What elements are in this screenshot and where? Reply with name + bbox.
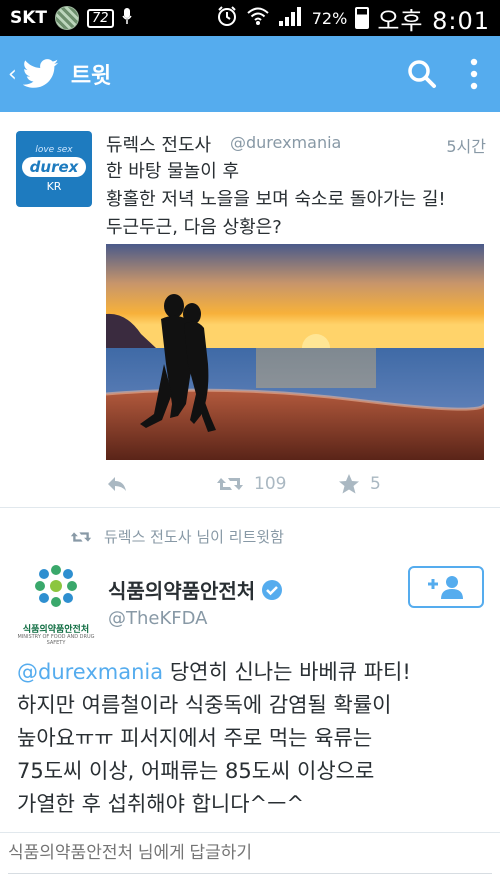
search-button[interactable]	[396, 48, 448, 100]
mention-link[interactable]: @durexmania	[17, 660, 163, 684]
tweet-timestamp: 5시간	[446, 137, 486, 156]
avatar[interactable]: 식품의약품안전처 MINISTRY OF FOOD AND DRUG SAFET…	[14, 560, 98, 646]
avatar[interactable]: love sex durex KR	[16, 131, 92, 207]
tweet-text: 한 바탕 물놀이 후 황홀한 저녁 노을을 보며 숙소로 돌아가는 길! 두근두…	[106, 158, 496, 242]
retweet-icon	[70, 531, 92, 542]
notification-count-icon: 72	[87, 8, 114, 28]
author-name[interactable]: 식품의약품안전처	[108, 575, 255, 604]
avatar-logo: durex	[21, 157, 87, 177]
reply-input-underline	[8, 873, 492, 874]
tweet-text-line: 75도씨 이상, 어패류는 85도씨 이상으로	[17, 759, 375, 783]
tweet-text-line: 가열한 후 섭취해야 합니다^ㅡ^	[17, 792, 305, 816]
tweet-text-line: 한 바탕 물놀이 후	[106, 161, 240, 182]
author-name[interactable]: 듀렉스 전도사	[106, 131, 211, 157]
tweet[interactable]: love sex durex KR 듀렉스 전도사 @durexmania 5시…	[0, 112, 500, 508]
app-header: ‹ 트윗	[0, 36, 500, 112]
favorite-button[interactable]: 5	[338, 473, 381, 495]
signal-icon	[278, 5, 304, 32]
favorite-count: 5	[370, 474, 381, 494]
reply-button[interactable]	[106, 475, 216, 493]
chevron-left-icon: ‹	[8, 61, 17, 87]
author-handle[interactable]: @durexmania	[230, 133, 341, 152]
tweet-text-line: 하지만 여름철이라 식중독에 감염될 확률이	[17, 693, 392, 717]
battery-percent: 72%	[311, 8, 348, 28]
kfda-logo-icon	[35, 565, 77, 607]
follow-button[interactable]	[408, 566, 484, 608]
author-handle[interactable]: @TheKFDA	[108, 608, 208, 629]
sunset-couple-image	[106, 244, 484, 460]
retweet-icon	[217, 478, 243, 490]
verified-badge-icon	[262, 579, 283, 600]
avatar-sublabel: MINISTRY OF FOOD AND DRUG SAFETY	[17, 634, 95, 646]
reply-bar	[0, 832, 500, 888]
tweet-text: @durexmania 당연히 신나는 바베큐 파티! 하지만 여름철이라 식중…	[17, 656, 493, 821]
page-title: 트윗	[70, 64, 112, 89]
reply-input[interactable]	[8, 843, 492, 863]
tweet-actions: 109 5	[106, 470, 486, 498]
twitter-bird-icon	[22, 59, 59, 88]
qr-app-icon	[55, 6, 80, 30]
tweet-text-line: 황홀한 저녁 노을을 보며 숙소로 돌아가는 길!	[106, 189, 446, 210]
mic-icon	[121, 7, 132, 30]
retweet-button[interactable]: 109	[216, 474, 338, 494]
battery-icon	[355, 7, 370, 29]
search-icon	[408, 60, 436, 88]
alarm-icon	[216, 5, 238, 32]
retweet-count: 109	[254, 474, 287, 494]
wifi-icon	[246, 6, 270, 31]
tweet-text-line: 높아요ㅠㅠ 피서지에서 주로 먹는 육류는	[17, 726, 373, 750]
tweet-text-line: @durexmania 당연히 신나는 바베큐 파티!	[17, 656, 493, 689]
more-vertical-icon	[470, 58, 478, 90]
carrier-label: SKT	[10, 8, 48, 28]
tweet-text-fragment: 당연히 신나는 바베큐 파티!	[163, 660, 411, 684]
retweet-notice-text[interactable]: 듀렉스 전도사 님이 리트윗함	[104, 526, 284, 547]
add-user-icon	[428, 576, 463, 599]
retweet-notice: 듀렉스 전도사 님이 리트윗함	[70, 526, 284, 547]
tweet-text-line: 두근두근, 다음 상황은?	[106, 217, 282, 238]
back-button[interactable]: ‹	[0, 36, 59, 112]
star-icon	[339, 474, 359, 494]
avatar-tagline: love sex	[35, 145, 73, 155]
avatar-region: KR	[46, 180, 62, 193]
reply-icon	[108, 477, 126, 491]
author-name-row: 식품의약품안전처	[108, 575, 283, 604]
status-bar: SKT 72 72% 오후 8:01	[0, 0, 500, 36]
clock: 오후 8:01	[377, 6, 490, 35]
overflow-menu-button[interactable]	[448, 48, 500, 100]
tweet-photo[interactable]	[106, 244, 484, 460]
